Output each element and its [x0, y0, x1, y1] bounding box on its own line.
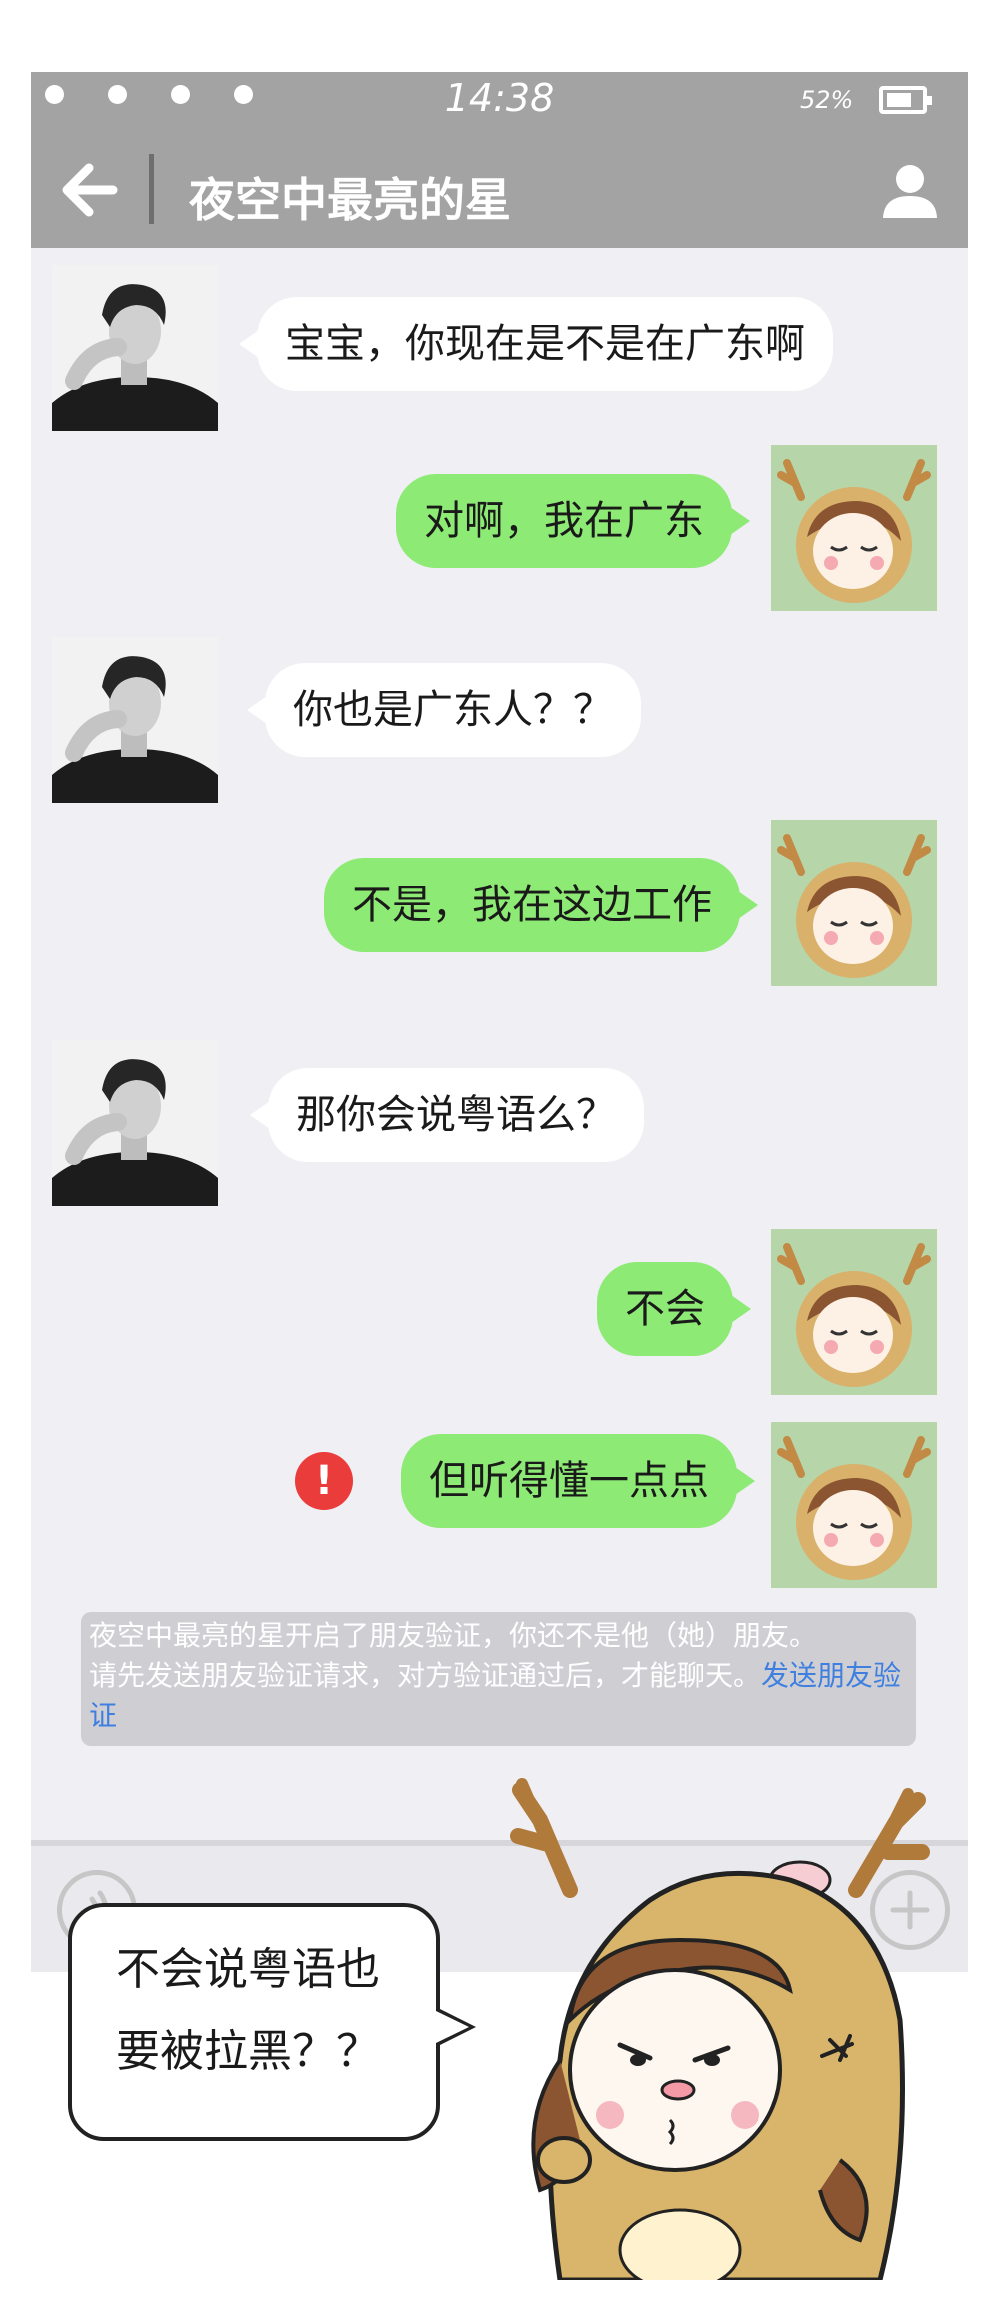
chat-screen: 14:38 52% 夜空中最亮的星 宝宝，你现在是不是在广东啊 对啊，我在广东 …	[31, 72, 968, 1972]
caption-line2: 要被拉黑？？	[116, 2026, 380, 2077]
contact-avatar[interactable]	[52, 637, 218, 803]
user-avatar[interactable]	[771, 445, 937, 611]
person-icon[interactable]	[880, 162, 940, 224]
notice-text-line2: 请先发送朋友验证请求，对方验证通过后，才能聊天。	[89, 1659, 762, 1692]
deer-character-illustration	[510, 1778, 930, 2280]
message-bubble-sent[interactable]: 对啊，我在广东	[396, 474, 750, 568]
battery-percent: 52%	[800, 86, 854, 114]
header-divider	[149, 154, 154, 224]
chat-header: 夜空中最亮的星	[31, 130, 968, 248]
message-bubble-received[interactable]: 宝宝，你现在是不是在广东啊	[239, 297, 833, 391]
back-arrow-icon[interactable]	[59, 162, 119, 222]
caption-speech-bubble: 不会说粤语也 要被拉黑？？	[68, 1903, 476, 2141]
battery-icon	[879, 86, 932, 114]
message-bubble-sent[interactable]: 但听得懂一点点	[401, 1434, 755, 1528]
caption-line1: 不会说粤语也	[116, 1944, 380, 1995]
status-bar: 14:38 52%	[31, 72, 968, 130]
message-bubble-received[interactable]: 你也是广东人？？	[247, 663, 641, 757]
user-avatar[interactable]	[771, 820, 937, 986]
message-bubble-sent[interactable]: 不会	[597, 1262, 751, 1356]
message-bubble-received[interactable]: 那你会说粤语么？	[250, 1068, 644, 1162]
warning-icon[interactable]: !	[295, 1452, 353, 1510]
contact-avatar[interactable]	[52, 265, 218, 431]
message-bubble-sent[interactable]: 不是，我在这边工作	[324, 858, 758, 952]
contact-avatar[interactable]	[52, 1040, 218, 1206]
user-avatar[interactable]	[771, 1422, 937, 1588]
notice-text-line1: 夜空中最亮的星开启了朋友验证，你还不是他（她）朋友。	[89, 1619, 818, 1652]
friend-verification-notice: 夜空中最亮的星开启了朋友验证，你还不是他（她）朋友。 请先发送朋友验证请求，对方…	[81, 1612, 916, 1746]
user-avatar[interactable]	[771, 1229, 937, 1395]
contact-name: 夜空中最亮的星	[189, 173, 511, 227]
